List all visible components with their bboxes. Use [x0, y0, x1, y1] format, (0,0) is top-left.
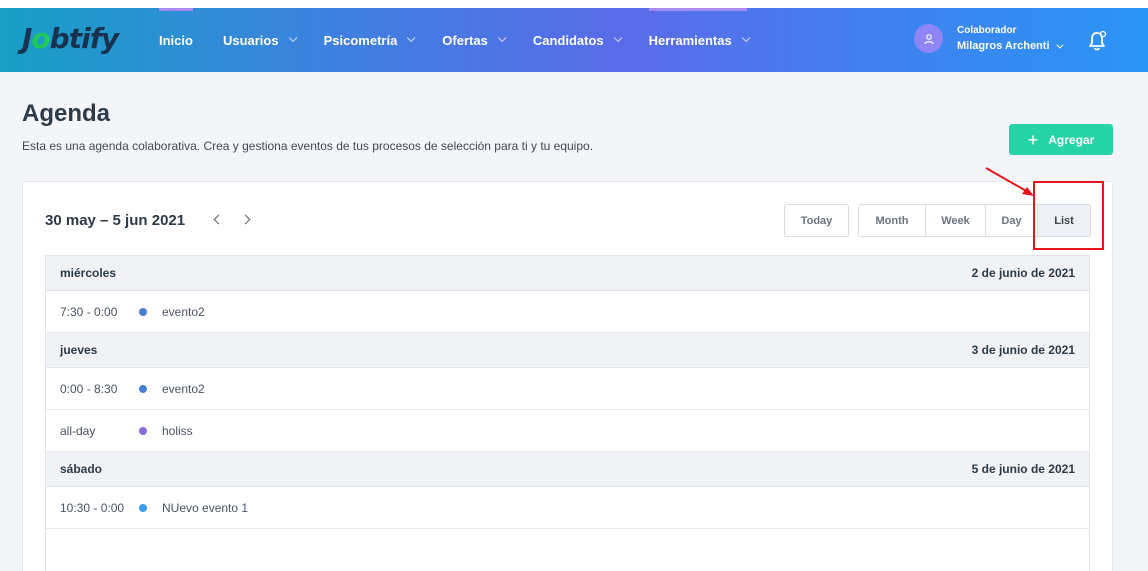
view-month-button[interactable]: Month — [859, 205, 926, 236]
event-dot — [139, 426, 147, 435]
chevron-left-icon — [213, 214, 224, 225]
next-button[interactable] — [240, 212, 256, 228]
event-dot — [139, 307, 147, 316]
top-navbar: Jobtify Inicio Usuarios Psicometría Ofer… — [0, 8, 1148, 72]
event-title[interactable]: evento2 — [162, 382, 205, 396]
chevron-down-icon — [613, 33, 622, 43]
day-header[interactable]: miércoles 2 de junio de 2021 — [46, 256, 1089, 291]
day-name: sábado — [60, 462, 103, 476]
view-week-button[interactable]: Week — [926, 205, 986, 236]
chevron-down-icon — [1055, 41, 1063, 49]
nav-item-psicometria[interactable]: Psicometría — [323, 8, 416, 72]
calendar-card: 30 may – 5 jun 2021 Today Month Week Day… — [22, 181, 1113, 571]
nav-item-ofertas[interactable]: Ofertas — [442, 8, 507, 72]
page-title: Agenda — [22, 100, 111, 127]
event-title[interactable]: evento2 — [162, 305, 205, 319]
today-button[interactable]: Today — [784, 204, 849, 237]
annotation-arrow-icon — [985, 167, 1034, 196]
day-name: miércoles — [60, 266, 117, 280]
nav-item-inicio[interactable]: Inicio — [159, 8, 193, 72]
nav-label: Inicio — [159, 32, 193, 48]
event-dot — [139, 384, 147, 393]
bell-icon — [1089, 30, 1107, 51]
nav-label: Candidatos — [532, 32, 604, 48]
top-strip — [0, 0, 1148, 8]
event-time: 0:00 - 8:30 — [60, 381, 118, 396]
plus-icon: + — [1027, 129, 1039, 150]
logo-part: btify — [49, 22, 119, 55]
chevron-right-icon — [240, 214, 251, 225]
user-name-row[interactable]: Milagros Archenti — [957, 40, 1063, 52]
day-date: 2 de junio de 2021 — [971, 266, 1075, 280]
event-row[interactable]: all-day holiss — [46, 410, 1089, 452]
view-day-button[interactable]: Day — [986, 205, 1038, 236]
event-row[interactable]: 10:30 - 0:00 NUevo evento 1 — [46, 487, 1089, 529]
event-time: all-day — [60, 423, 96, 438]
nav-label: Psicometría — [323, 32, 398, 48]
page-subtitle: Esta es una agenda colaborativa. Crea y … — [22, 139, 594, 153]
event-title[interactable]: holiss — [162, 424, 193, 438]
add-event-button[interactable]: + Agregar — [1009, 124, 1113, 155]
chevron-down-icon — [741, 33, 751, 43]
notifications-button[interactable] — [1088, 30, 1108, 52]
event-row[interactable]: 7:30 - 0:00 evento2 — [46, 291, 1089, 333]
user-name: Milagros Archenti — [957, 40, 1050, 52]
event-title[interactable]: NUevo evento 1 — [162, 501, 248, 515]
day-header[interactable]: sábado 5 de junio de 2021 — [46, 452, 1089, 487]
chevron-down-icon — [288, 33, 297, 43]
event-time: 10:30 - 0:00 — [60, 500, 125, 515]
user-role: Colaborador — [957, 25, 1017, 36]
nav-item-candidatos[interactable]: Candidatos — [532, 8, 622, 72]
event-time: 7:30 - 0:00 — [60, 304, 118, 319]
day-header[interactable]: jueves 3 de junio de 2021 — [46, 333, 1089, 368]
nav-label: Ofertas — [442, 32, 488, 48]
user-menu[interactable]: Colaborador Milagros Archenti — [914, 24, 1063, 53]
event-list: miércoles 2 de junio de 2021 7:30 - 0:00… — [45, 255, 1090, 571]
main-nav: Inicio Usuarios Psicometría Ofertas Cand… — [159, 8, 777, 72]
nav-item-herramientas[interactable]: Herramientas — [648, 8, 751, 72]
date-range-title: 30 may – 5 jun 2021 — [45, 212, 186, 229]
day-date: 5 de junio de 2021 — [971, 462, 1075, 476]
chevron-down-icon — [407, 33, 416, 43]
event-dot — [139, 503, 147, 512]
user-icon — [923, 33, 934, 44]
logo-o: o — [31, 22, 50, 55]
add-button-label: Agregar — [1048, 132, 1095, 147]
day-name: jueves — [60, 343, 98, 357]
logo-part: J — [22, 22, 32, 55]
user-info[interactable]: Colaborador Milagros Archenti — [957, 25, 1063, 52]
nav-label: Herramientas — [648, 32, 732, 48]
event-row[interactable]: 0:00 - 8:30 evento2 — [46, 368, 1089, 410]
nav-item-usuarios[interactable]: Usuarios — [222, 8, 297, 72]
prev-button[interactable] — [210, 212, 226, 228]
jobtify-logo[interactable]: Jobtify — [22, 22, 119, 55]
nav-label: Usuarios — [222, 32, 279, 48]
chevron-down-icon — [497, 33, 507, 43]
avatar[interactable] — [914, 24, 943, 53]
day-date: 3 de junio de 2021 — [971, 343, 1075, 357]
